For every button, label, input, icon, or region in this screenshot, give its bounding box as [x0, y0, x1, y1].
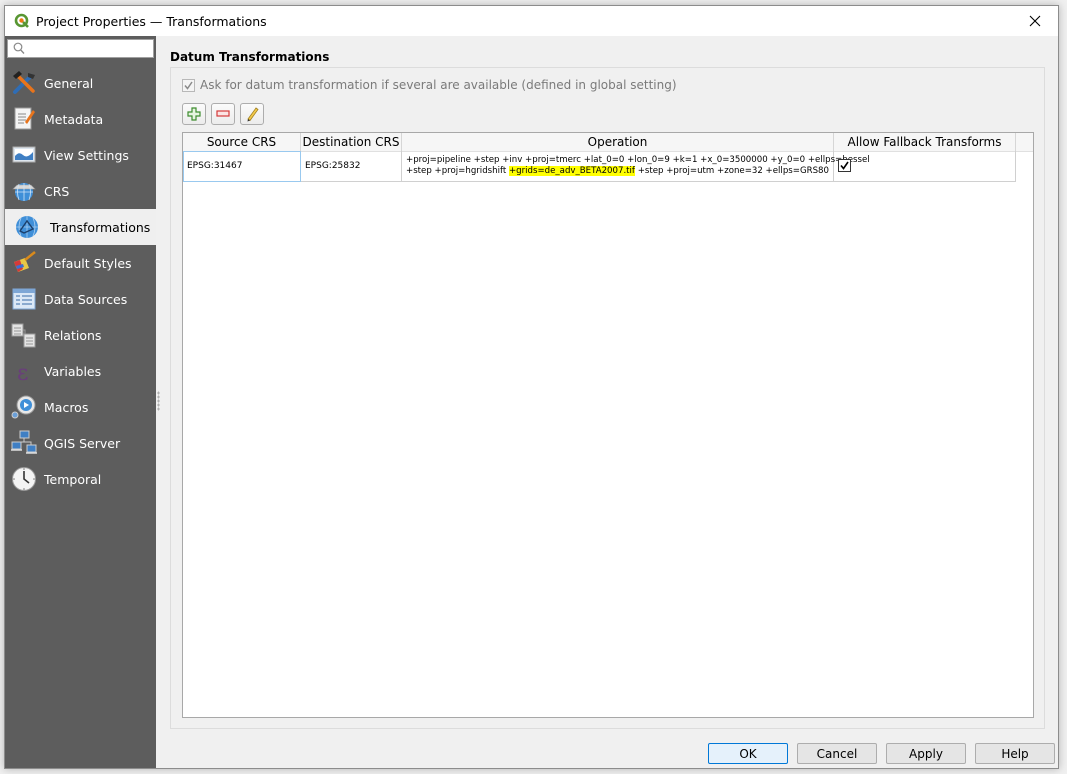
source-crs-cell[interactable]: EPSG:31467	[183, 151, 301, 182]
sidebar-nav: General Metadata View Settings CRS Trans…	[5, 65, 156, 497]
window-title: Project Properties — Transformations	[36, 13, 267, 29]
sidebar-item-label: Metadata	[44, 111, 104, 127]
sidebar-item-qgis-server[interactable]: QGIS Server	[5, 425, 156, 461]
sidebar-item-crs[interactable]: CRS	[5, 173, 156, 209]
remove-transformation-button[interactable]	[211, 103, 235, 125]
checkmark-icon	[184, 81, 193, 90]
sidebar-search-input[interactable]	[28, 40, 148, 57]
sidebar-item-label: General	[44, 75, 94, 91]
sidebar-item-metadata[interactable]: Metadata	[5, 101, 156, 137]
sidebar: General Metadata View Settings CRS Trans…	[5, 36, 156, 768]
dialog-button-box: OK Cancel Apply Help	[708, 743, 1055, 764]
highlighted-grid-parameter: +grids=de_adv_BETA2007.tif	[508, 166, 635, 176]
transformations-panel: Datum Transformations Ask for datum tran…	[162, 36, 1058, 768]
transformations-table: Source CRS Destination CRS Operation All…	[182, 132, 1034, 718]
sidebar-item-macros[interactable]: Macros	[5, 389, 156, 425]
sidebar-item-label: Temporal	[44, 471, 102, 487]
sidebar-item-label: CRS	[44, 183, 70, 199]
paint-brush-icon	[11, 250, 37, 276]
add-transformation-button[interactable]	[182, 103, 206, 125]
allow-fallback-checkbox[interactable]	[838, 159, 851, 172]
relations-tables-icon	[11, 322, 37, 348]
sidebar-item-label: Variables	[44, 363, 102, 379]
operation-text: +proj=pipeline +step +inv +proj=tmerc +l…	[406, 155, 870, 177]
edit-transformation-button[interactable]	[240, 103, 264, 125]
sidebar-item-transformations[interactable]: Transformations	[5, 209, 156, 245]
destination-crs-cell[interactable]: EPSG:25832	[301, 151, 402, 182]
column-header-allow-fallback[interactable]: Allow Fallback Transforms	[834, 133, 1016, 151]
group-title: Datum Transformations	[170, 50, 330, 64]
svg-text:ε: ε	[17, 361, 28, 384]
sidebar-item-label: QGIS Server	[44, 435, 121, 451]
operation-line-1: +proj=pipeline +step +inv +proj=tmerc +l…	[406, 155, 870, 165]
apply-button[interactable]: Apply	[886, 743, 966, 764]
column-header-source-crs[interactable]: Source CRS	[183, 133, 301, 151]
pencil-icon	[247, 107, 259, 122]
sidebar-item-data-sources[interactable]: Data Sources	[5, 281, 156, 317]
macros-gear-icon	[11, 394, 37, 420]
title-bar: Project Properties — Transformations	[5, 6, 1058, 36]
tools-icon	[11, 70, 37, 96]
transformations-globe-icon	[14, 214, 40, 240]
ask-datum-transformation-checkbox	[182, 78, 195, 92]
operation-line-2-end: +step +proj=utm +zone=32 +ellps=GRS80	[634, 166, 829, 176]
qgis-logo-icon	[14, 13, 29, 28]
sidebar-item-label: Data Sources	[44, 291, 128, 307]
ask-datum-transformation-label: Ask for datum transformation if several …	[200, 78, 677, 92]
sidebar-splitter-handle[interactable]	[157, 391, 160, 411]
cancel-button[interactable]: Cancel	[797, 743, 877, 764]
operation-cell[interactable]: +proj=pipeline +step +inv +proj=tmerc +l…	[402, 151, 870, 182]
search-icon	[13, 42, 25, 54]
view-settings-map-icon	[11, 142, 37, 168]
sidebar-item-temporal[interactable]: Temporal	[5, 461, 156, 497]
close-icon	[1029, 15, 1041, 27]
ok-button[interactable]: OK	[708, 743, 788, 764]
sidebar-item-label: View Settings	[44, 147, 129, 163]
close-button[interactable]	[1012, 6, 1058, 36]
operation-line-2-start: +step +proj=hgridshift	[406, 166, 509, 176]
table-row[interactable]: EPSG:31467 EPSG:25832 +proj=pipeline +st…	[183, 151, 1016, 182]
ask-datum-transformation-option: Ask for datum transformation if several …	[182, 78, 677, 92]
sidebar-item-relations[interactable]: Relations	[5, 317, 156, 353]
sidebar-item-label: Relations	[44, 327, 102, 343]
column-header-operation[interactable]: Operation	[402, 133, 834, 151]
project-properties-dialog: Project Properties — Transformations Gen…	[4, 5, 1059, 769]
checkmark-icon	[840, 161, 849, 170]
sidebar-item-view-settings[interactable]: View Settings	[5, 137, 156, 173]
plus-icon	[187, 107, 201, 121]
metadata-document-icon	[11, 106, 37, 132]
clock-icon	[11, 466, 37, 492]
server-network-icon	[11, 430, 37, 456]
table-header: Source CRS Destination CRS Operation All…	[183, 133, 1033, 152]
data-sources-table-icon	[11, 286, 37, 312]
crs-globe-icon	[11, 178, 37, 204]
operation-line-2: +step +proj=hgridshift +grids=de_adv_BET…	[406, 166, 870, 177]
help-button[interactable]: Help	[975, 743, 1055, 764]
datum-transformations-group: Ask for datum transformation if several …	[170, 67, 1045, 729]
allow-fallback-cell	[834, 151, 1016, 182]
sidebar-item-variables[interactable]: ε Variables	[5, 353, 156, 389]
minus-icon	[216, 110, 230, 117]
sidebar-search[interactable]	[7, 39, 154, 58]
transformations-toolbar	[182, 103, 264, 125]
sidebar-item-label: Transformations	[50, 219, 151, 235]
column-header-destination-crs[interactable]: Destination CRS	[301, 133, 402, 151]
epsilon-icon: ε	[11, 358, 37, 384]
sidebar-item-label: Default Styles	[44, 255, 132, 271]
sidebar-item-label: Macros	[44, 399, 89, 415]
sidebar-item-general[interactable]: General	[5, 65, 156, 101]
sidebar-item-default-styles[interactable]: Default Styles	[5, 245, 156, 281]
